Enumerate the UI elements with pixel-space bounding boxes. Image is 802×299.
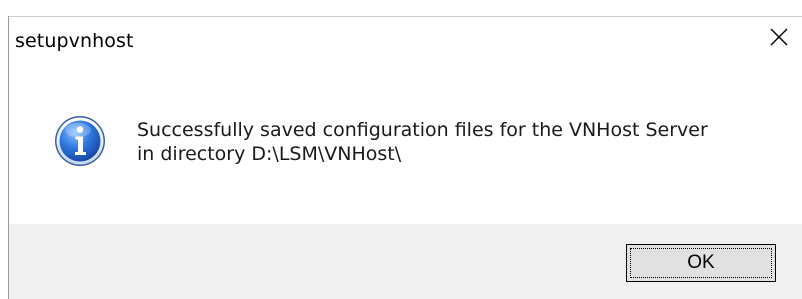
ok-button[interactable]: OK: [626, 244, 776, 282]
close-icon: [770, 28, 788, 46]
close-button[interactable]: [756, 17, 802, 57]
message-content-area: Successfully saved configuration files f…: [9, 67, 802, 224]
title-bar[interactable]: setupvnhost: [9, 17, 802, 67]
window-title: setupvnhost: [15, 30, 134, 52]
message-line-1: Successfully saved configuration files f…: [137, 119, 708, 141]
ok-button-label: OK: [687, 252, 715, 273]
information-icon: [55, 116, 105, 166]
button-bar: OK: [9, 224, 802, 299]
message-line-2: in directory D:\LSM\VNHost\: [137, 143, 402, 165]
message-text: Successfully saved configuration files f…: [137, 118, 708, 166]
message-box-dialog: setupvnhost Successfully saved configura…: [0, 0, 802, 299]
